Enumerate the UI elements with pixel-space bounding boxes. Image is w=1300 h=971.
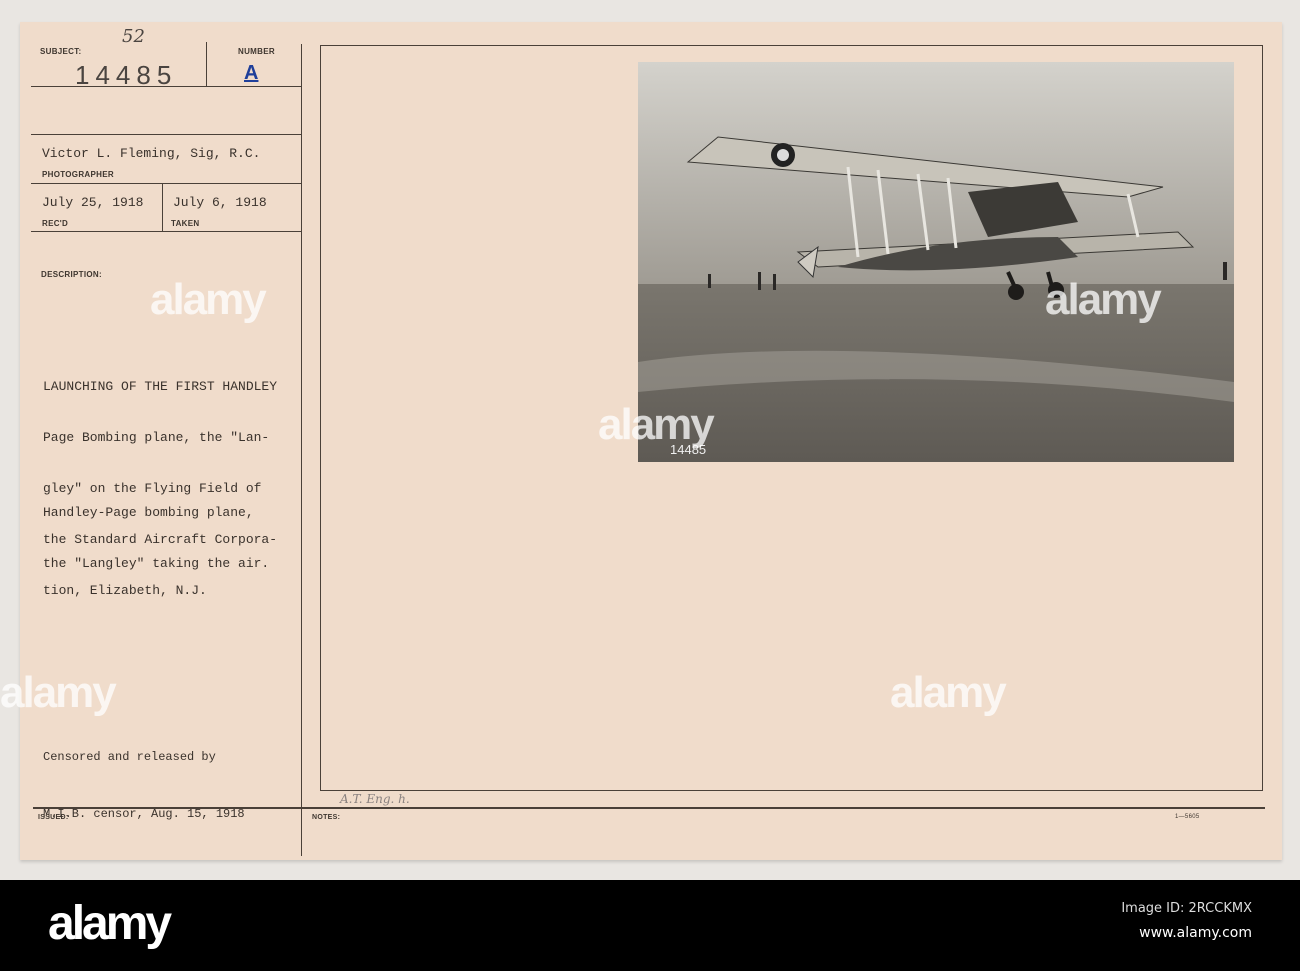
number-label: NUMBER (238, 47, 275, 56)
caption-text: Handley-Page bombing plane, the "Langley… (43, 470, 269, 589)
subject-note: 52 (122, 26, 145, 47)
watermark-alamy: alamy (0, 668, 117, 717)
alamy-footer: alamy Image ID: 2RCCKMX www.alamy.com (0, 880, 1300, 971)
received-label: REC'D (42, 219, 69, 228)
watermark-alamy: alamy (1045, 275, 1162, 324)
photographer-label: PHOTOGRAPHER (42, 170, 114, 179)
watermark-alamy: alamy (598, 400, 715, 449)
notes-handwriting: A.T. Eng. h. (340, 792, 410, 806)
censor-line: Censored and released by (43, 750, 216, 764)
received-date: July 25, 1918 (42, 195, 144, 210)
description-label: DESCRIPTION: (41, 270, 102, 279)
photographer-name: Victor L. Fleming, Sig, R.C. (42, 146, 261, 161)
watermark-alamy: alamy (150, 275, 267, 324)
issued-label: ISSUED: (38, 814, 69, 821)
alamy-url[interactable]: www.alamy.com (1139, 925, 1252, 941)
airplane-photo: 14485 (638, 62, 1234, 462)
censor-text: Censored and released by M.I.B. censor, … (43, 710, 245, 843)
description-line: LAUNCHING OF THE FIRST HANDLEY (43, 379, 278, 394)
form-code: 1—5605 (1175, 814, 1200, 820)
alamy-logo: alamy (48, 897, 172, 950)
number-value: A (244, 62, 259, 84)
subject-label: SUBJECT: (40, 47, 82, 56)
watermark-alamy: alamy (890, 668, 1007, 717)
taken-date: July 6, 1918 (173, 195, 267, 210)
taken-label: TAKEN (171, 219, 200, 228)
image-id: Image ID: 2RCCKMX (1121, 901, 1252, 916)
handley-page-bomber-image (638, 62, 1234, 462)
description-line: Page Bombing plane, the "Lan- (43, 430, 270, 445)
notes-label: NOTES: (312, 814, 341, 821)
caption-line: Handley-Page bombing plane, (43, 505, 254, 520)
caption-line: the "Langley" taking the air. (43, 556, 270, 571)
